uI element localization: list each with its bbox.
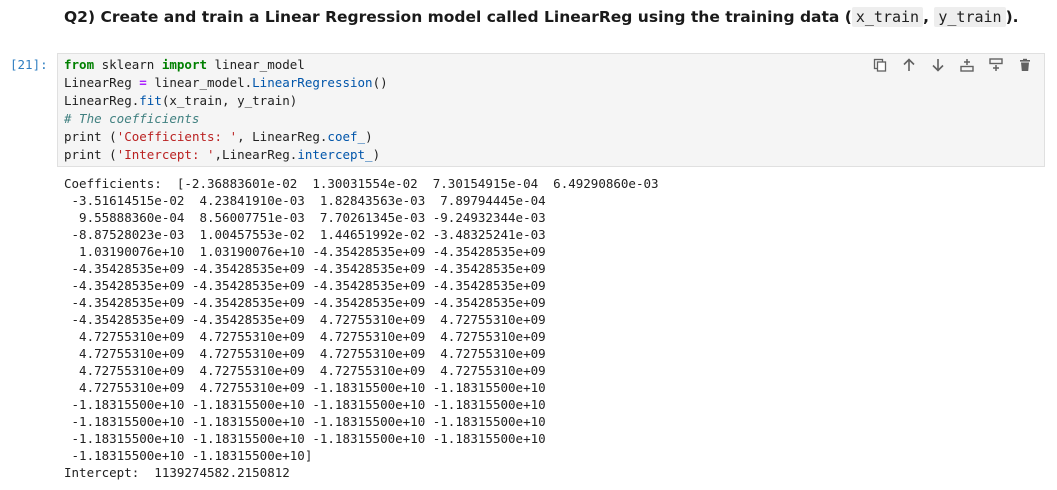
cell-output: Coefficients: [-2.36883601e-02 1.3003155… (64, 175, 659, 481)
code-token: sklearn (94, 57, 162, 72)
code-token: print ( (64, 129, 117, 144)
output-line: -1.18315500e+10 -1.18315500e+10] (64, 448, 313, 463)
output-line: -4.35428535e+09 -4.35428535e+09 -4.35428… (64, 278, 546, 293)
attribute-token: coef_ (327, 129, 366, 144)
output-line: -3.51614515e-02 4.23841910e-03 1.8284356… (64, 193, 546, 208)
code-token: linear_model (207, 57, 305, 72)
output-line: -4.35428535e+09 -4.35428535e+09 -4.35428… (64, 261, 546, 276)
code-token: (x_train, y_train) (161, 93, 298, 108)
cell-toolbar (865, 55, 1039, 75)
code-token: ,LinearReg. (214, 147, 298, 162)
output-line: 1.03190076e+10 1.03190076e+10 -4.3542853… (64, 244, 546, 259)
inline-code-y-train: y_train (934, 7, 1006, 27)
output-line: Coefficients: [-2.36883601e-02 1.3003155… (64, 176, 659, 191)
move-up-icon[interactable] (894, 55, 923, 75)
output-line: 4.72755310e+09 4.72755310e+09 4.72755310… (64, 363, 546, 378)
string-token: 'Coefficients: ' (116, 129, 238, 144)
code-token: LinearReg (64, 75, 140, 90)
code-token: () (372, 75, 388, 90)
insert-below-icon[interactable] (981, 55, 1010, 75)
attribute-token: LinearRegression (252, 75, 373, 90)
output-line: Intercept: 1139274582.2150812 (64, 465, 290, 480)
heading-separator: , (923, 8, 929, 26)
code-line-5: print ('Coefficients: ', LinearReg.coef_… (64, 129, 373, 144)
code-token: ) (365, 129, 373, 144)
code-line-2: LinearReg = linear_model.LinearRegressio… (64, 75, 388, 90)
attribute-token: fit (139, 93, 162, 108)
code-token: ) (372, 147, 381, 162)
output-line: -1.18315500e+10 -1.18315500e+10 -1.18315… (64, 414, 546, 429)
operator: = (139, 75, 147, 90)
heading-text: Q2) Create and train a Linear Regression… (64, 8, 852, 26)
output-line: 4.72755310e+09 4.72755310e+09 4.72755310… (64, 346, 546, 361)
output-line: -8.87528023e-03 1.00457553e-02 1.4465199… (64, 227, 546, 242)
heading-suffix: ). (1005, 8, 1019, 26)
attribute-token: intercept_ (297, 147, 373, 162)
output-line: -1.18315500e+10 -1.18315500e+10 -1.18315… (64, 431, 546, 446)
code-line-4: # The coefficients (64, 111, 200, 126)
keyword: import (161, 57, 207, 72)
output-line: 9.55888360e-04 8.56007751e-03 7.70261345… (64, 210, 546, 225)
output-line: -1.18315500e+10 -1.18315500e+10 -1.18315… (64, 397, 546, 412)
keyword: from (64, 57, 95, 72)
copy-cell-icon[interactable] (865, 55, 894, 75)
output-line: 4.72755310e+09 4.72755310e+09 4.72755310… (64, 329, 546, 344)
code-line-6: print ('Intercept: ',LinearReg.intercept… (64, 147, 380, 162)
delete-cell-icon[interactable] (1010, 55, 1039, 75)
execution-count-prompt: [21]: (10, 57, 48, 72)
move-down-icon[interactable] (923, 55, 952, 75)
string-token: 'Intercept: ' (116, 147, 215, 162)
code-line-1: from sklearn import linear_model (64, 57, 305, 72)
markdown-heading: Q2) Create and train a Linear Regression… (64, 7, 1019, 27)
code-token: LinearReg. (64, 93, 140, 108)
code-line-3: LinearReg.fit(x_train, y_train) (64, 93, 297, 108)
output-line: -4.35428535e+09 -4.35428535e+09 -4.35428… (64, 295, 546, 310)
inline-code-x-train: x_train (851, 7, 924, 27)
output-line: 4.72755310e+09 4.72755310e+09 -1.1831550… (64, 380, 546, 395)
insert-above-icon[interactable] (952, 55, 981, 75)
code-token: , LinearReg. (237, 129, 328, 144)
code-token: linear_model. (146, 75, 253, 90)
code-lines[interactable]: from sklearn import linear_model LinearR… (64, 56, 388, 164)
code-token: print ( (64, 147, 117, 162)
output-line: -4.35428535e+09 -4.35428535e+09 4.727553… (64, 312, 546, 327)
